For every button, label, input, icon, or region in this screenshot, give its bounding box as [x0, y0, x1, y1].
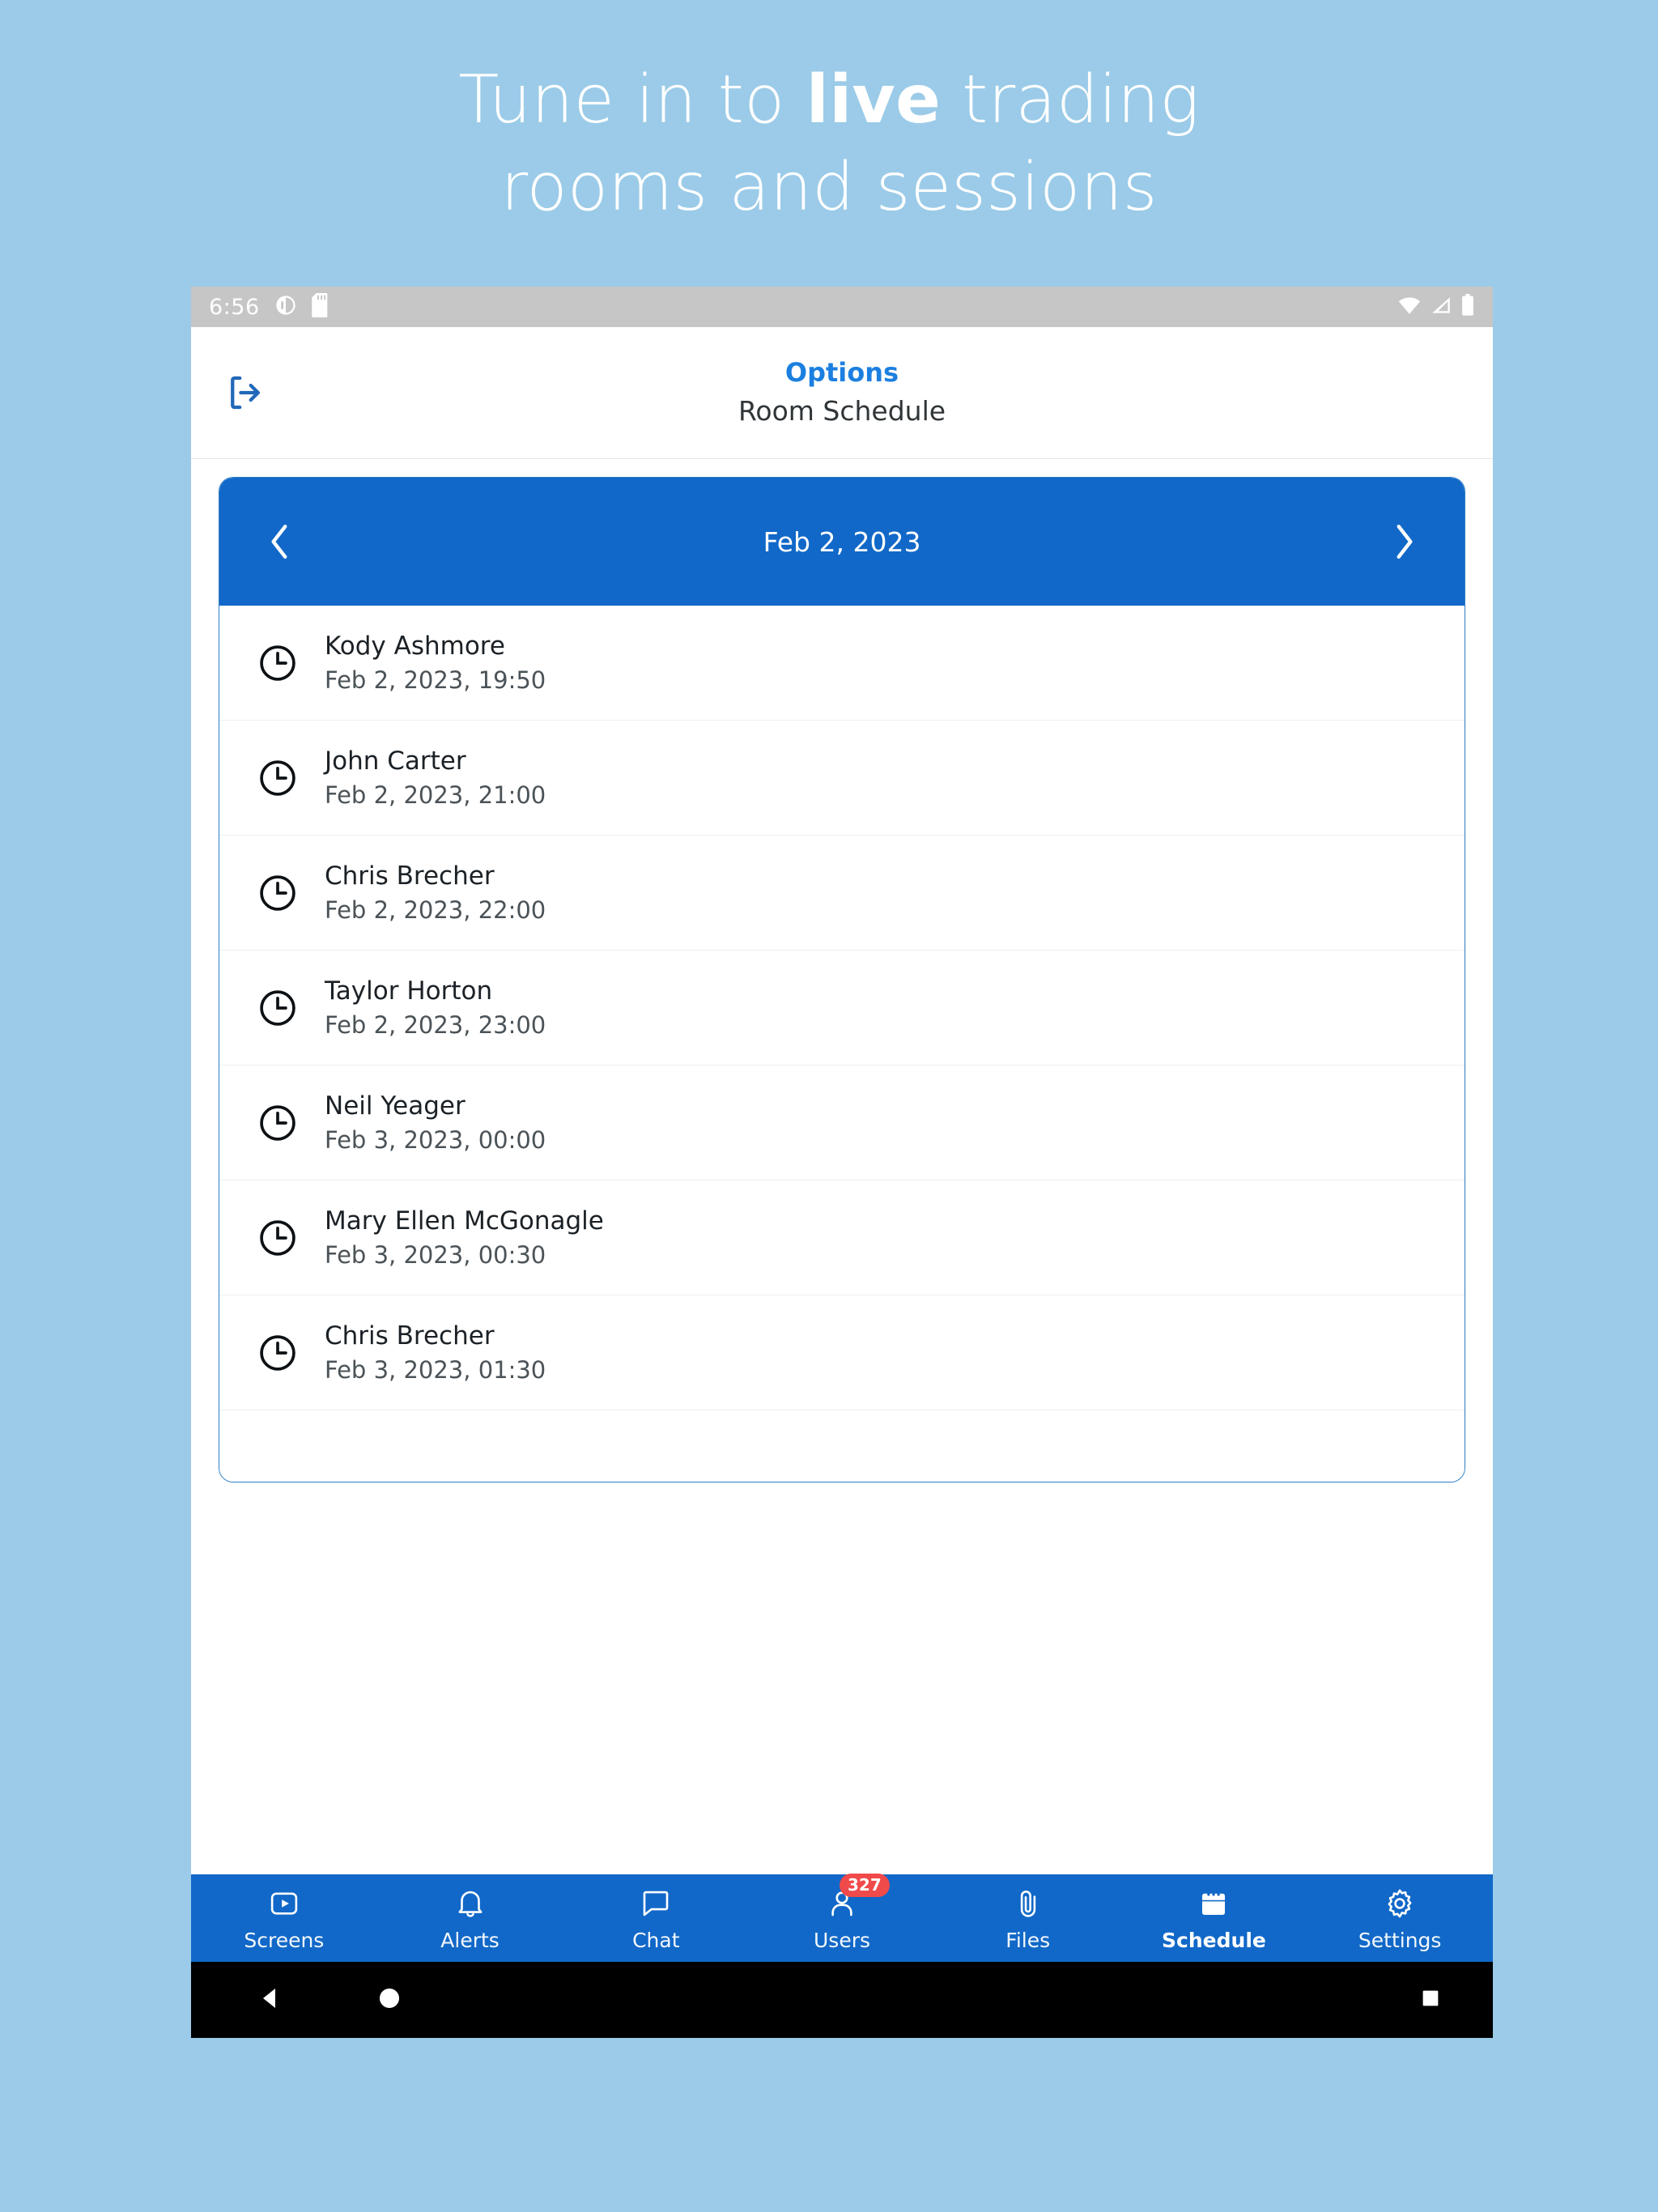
tab-screens[interactable]: Screens	[191, 1874, 377, 1962]
promo-line1-post: trading	[940, 62, 1200, 138]
schedule-list: Kody Ashmore Feb 2, 2023, 19:50 John Car…	[219, 606, 1465, 1482]
promo-line-1: Tune in to live trading	[0, 57, 1658, 144]
tab-files[interactable]: Files	[935, 1874, 1121, 1962]
status-bar-left: 6:56	[209, 292, 332, 321]
row-text-group: Taylor Horton Feb 2, 2023, 23:00	[325, 976, 546, 1039]
schedule-card: Feb 2, 2023 Kody Ashmore Feb 2, 2023, 19…	[219, 477, 1465, 1482]
calendar-glyph	[1202, 1891, 1226, 1915]
session-host-name: Taylor Horton	[325, 976, 493, 1006]
session-host-name: Kody Ashmore	[325, 632, 505, 661]
status-bar-right	[1397, 287, 1475, 327]
paperclip-icon	[1011, 1885, 1045, 1922]
session-time: Feb 2, 2023, 19:50	[325, 666, 546, 694]
tab-label: Chat	[632, 1928, 680, 1952]
session-time: Feb 3, 2023, 00:30	[325, 1241, 546, 1269]
content-area: Feb 2, 2023 Kody Ashmore Feb 2, 2023, 19…	[191, 459, 1493, 1907]
tab-settings[interactable]: Settings	[1307, 1874, 1493, 1962]
tab-label: Settings	[1358, 1928, 1442, 1952]
session-time: Feb 2, 2023, 23:00	[325, 1011, 546, 1039]
wifi-icon	[1397, 296, 1422, 319]
session-host-name: Mary Ellen McGonagle	[325, 1206, 604, 1236]
battery-icon	[1460, 293, 1475, 321]
calendar-icon	[1197, 1885, 1231, 1922]
session-host-name: Chris Brecher	[325, 1321, 495, 1351]
row-text-group: Mary Ellen McGonagle Feb 3, 2023, 00:30	[325, 1206, 604, 1269]
tab-chat[interactable]: Chat	[563, 1874, 749, 1962]
screens-icon	[267, 1885, 301, 1922]
tab-alerts[interactable]: Alerts	[377, 1874, 563, 1962]
nav-home-circle-icon[interactable]	[376, 1984, 403, 2016]
tab-users[interactable]: 327 Users	[749, 1873, 935, 1962]
tab-label: Files	[1005, 1928, 1051, 1952]
session-time: Feb 3, 2023, 00:00	[325, 1126, 546, 1154]
chat-icon	[639, 1885, 673, 1922]
row-text-group: Kody Ashmore Feb 2, 2023, 19:50	[325, 632, 546, 694]
table-row[interactable]: Neil Yeager Feb 3, 2023, 00:00	[219, 1066, 1465, 1180]
table-row[interactable]: Mary Ellen McGonagle Feb 3, 2023, 00:30	[219, 1180, 1465, 1295]
row-text-group: Chris Brecher Feb 3, 2023, 01:30	[325, 1321, 546, 1384]
tab-label: Alerts	[440, 1928, 500, 1952]
row-text-group: John Carter Feb 2, 2023, 21:00	[325, 747, 546, 809]
phone-screen: 6:56 Options Room Schedule Feb 2, 2023 K…	[191, 287, 1493, 2038]
clock-icon	[257, 987, 299, 1029]
users-badge: 327	[840, 1873, 890, 1897]
logout-icon	[231, 376, 260, 410]
next-day-button[interactable]	[1382, 520, 1426, 564]
prev-day-button[interactable]	[258, 520, 302, 564]
table-row[interactable]: Kody Ashmore Feb 2, 2023, 19:50	[219, 606, 1465, 721]
session-time: Feb 2, 2023, 21:00	[325, 781, 546, 809]
tab-schedule[interactable]: Schedule	[1121, 1874, 1307, 1962]
row-text-group: Neil Yeager Feb 3, 2023, 00:00	[325, 1091, 546, 1154]
do-not-disturb-icon	[274, 294, 297, 321]
page-title: Room Schedule	[738, 394, 946, 427]
row-text-group: Chris Brecher Feb 2, 2023, 22:00	[325, 861, 546, 924]
bottom-tab-bar: Screens Alerts Chat 327 Users Files Sche…	[191, 1873, 1493, 1962]
clock-icon	[257, 1332, 299, 1374]
clock-icon	[257, 757, 299, 799]
tab-label: Schedule	[1162, 1928, 1266, 1952]
table-row[interactable]: Taylor Horton Feb 2, 2023, 23:00	[219, 951, 1465, 1066]
tab-label: Users	[814, 1928, 871, 1952]
promo-headline: Tune in to live trading rooms and sessio…	[0, 57, 1658, 232]
users-icon: 327	[825, 1873, 890, 1922]
nav-back-triangle-icon[interactable]	[256, 1984, 285, 2017]
header-title-group: Options Room Schedule	[738, 356, 946, 428]
bell-icon	[453, 1885, 487, 1922]
session-host-name: John Carter	[325, 747, 466, 776]
clock-icon	[257, 1217, 299, 1259]
date-navigator: Feb 2, 2023	[219, 478, 1465, 606]
promo-line-2: rooms and sessions	[500, 149, 1158, 227]
table-row[interactable]: John Carter Feb 2, 2023, 21:00	[219, 721, 1465, 836]
chevron-right-icon	[1397, 525, 1413, 559]
nav-recent-square-icon[interactable]	[1418, 1986, 1443, 2014]
current-date-label: Feb 2, 2023	[763, 525, 921, 558]
tab-label: Screens	[244, 1928, 325, 1952]
header-subtitle: Options	[784, 357, 899, 389]
table-row[interactable]: Chris Brecher Feb 3, 2023, 01:30	[219, 1295, 1465, 1410]
session-time: Feb 3, 2023, 01:30	[325, 1356, 546, 1384]
session-host-name: Neil Yeager	[325, 1091, 466, 1121]
chevron-left-icon	[271, 525, 287, 559]
gear-icon	[1383, 1885, 1417, 1922]
table-row[interactable]: Chris Brecher Feb 2, 2023, 22:00	[219, 836, 1465, 951]
clock-icon	[257, 872, 299, 914]
list-empty-spacer	[219, 1410, 1465, 1482]
session-time: Feb 2, 2023, 22:00	[325, 896, 546, 924]
clock-icon	[257, 642, 299, 684]
android-status-bar: 6:56	[191, 287, 1493, 327]
status-bar-clock: 6:56	[209, 294, 260, 320]
promo-line1-pre: Tune in to	[458, 62, 806, 138]
clock-icon	[257, 1102, 299, 1144]
sd-card-icon	[311, 292, 332, 321]
logout-button[interactable]	[209, 356, 282, 429]
app-header: Options Room Schedule	[191, 327, 1493, 459]
cell-signal-icon	[1430, 296, 1452, 319]
promo-line1-bold: live	[806, 62, 941, 138]
session-host-name: Chris Brecher	[325, 861, 495, 891]
android-nav-bar	[191, 1962, 1493, 2038]
